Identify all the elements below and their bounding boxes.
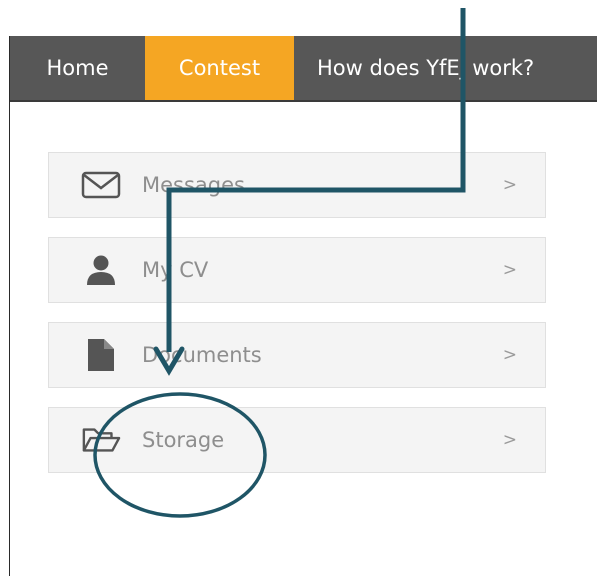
menu-item-label: Storage [142,428,225,452]
nav-tab-how-it-works[interactable]: How does YfEj work? [294,36,597,100]
content-frame [9,36,597,576]
chevron-right-icon: > [502,430,517,450]
chevron-right-icon: > [502,260,517,280]
menu-item-my-cv[interactable]: My CV > [48,237,546,303]
document-icon [81,337,121,373]
user-icon [81,252,121,288]
chevron-right-icon: > [502,345,517,365]
menu-item-label: Documents [142,343,262,367]
nav-tab-contest[interactable]: Contest [145,36,294,100]
menu-item-messages[interactable]: Messages > [48,152,546,218]
menu-item-storage[interactable]: Storage > [48,407,546,473]
envelope-icon [81,167,121,203]
menu-item-documents[interactable]: Documents > [48,322,546,388]
chevron-right-icon: > [502,175,517,195]
nav-tab-home[interactable]: Home [10,36,145,100]
top-navbar: Home Contest How does YfEj work? [10,36,597,102]
menu-item-label: Messages [142,173,245,197]
menu-item-label: My CV [142,258,209,282]
folder-open-icon [81,422,121,458]
